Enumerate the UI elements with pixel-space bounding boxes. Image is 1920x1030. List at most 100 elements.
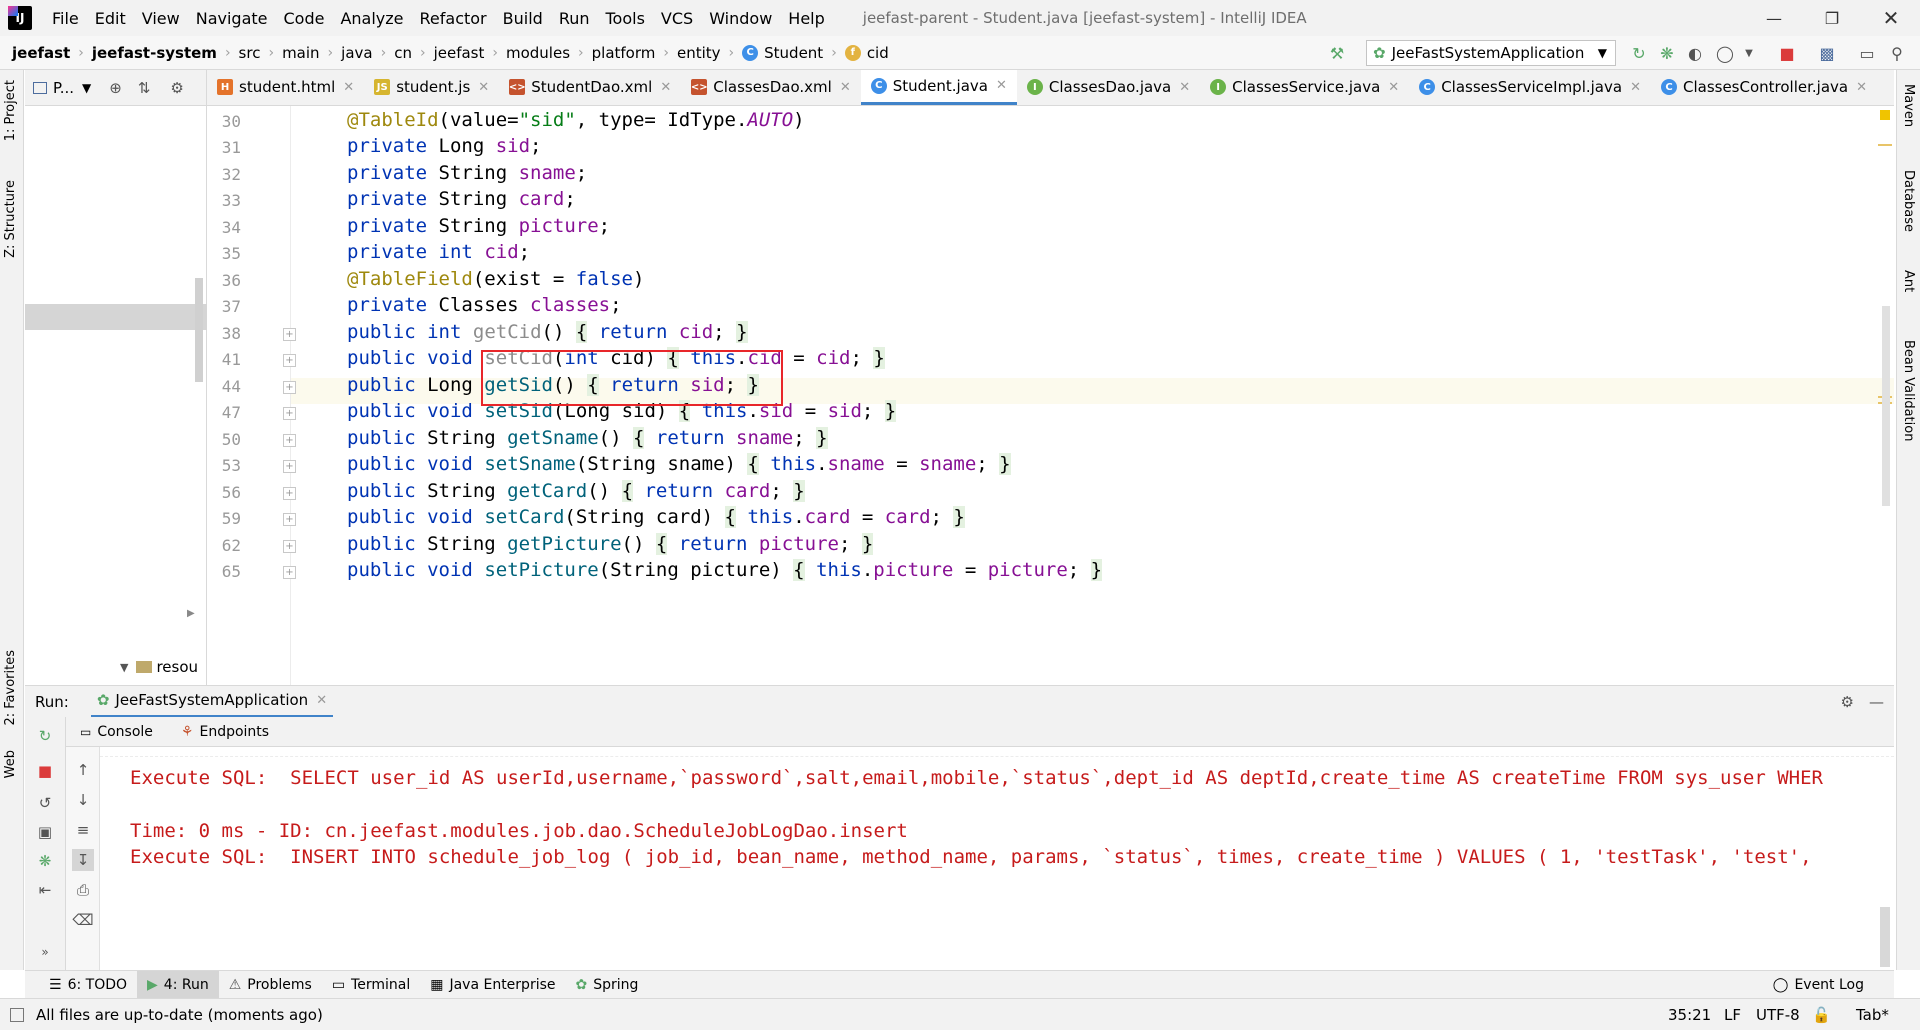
caret-position[interactable]: 35:21 (1668, 1006, 1711, 1024)
project-tree-selection[interactable] (25, 304, 207, 330)
menu-refactor[interactable]: Refactor (412, 9, 495, 28)
tab-classescontroller-java[interactable]: C ClassesController.java ✕ (1651, 70, 1877, 105)
fold-marker-icon[interactable]: + (283, 540, 296, 553)
dropdown-arrow-icon[interactable]: ▼ (82, 81, 91, 95)
fold-marker-icon[interactable]: + (283, 407, 296, 420)
tool-window-bean-validation[interactable]: Bean Validation (1901, 340, 1916, 441)
minimize-icon[interactable]: — (1745, 0, 1803, 36)
close-icon[interactable]: ✕ (1862, 0, 1920, 36)
tab-java-enterprise[interactable]: ▦ Java Enterprise (420, 971, 565, 999)
coverage-icon[interactable]: ◐ (1684, 42, 1706, 64)
menu-help[interactable]: Help (780, 9, 832, 28)
breadcrumb-platform[interactable]: platform (588, 44, 660, 62)
search-icon[interactable]: ⚲ (1886, 42, 1908, 64)
breadcrumb-src[interactable]: src (235, 44, 265, 62)
tree-item-resources[interactable]: ▼ resou (120, 658, 198, 676)
tab-terminal[interactable]: ▭ Terminal (322, 971, 420, 999)
close-icon[interactable]: ✕ (1179, 80, 1190, 95)
fold-marker-icon[interactable]: + (283, 328, 296, 341)
restore-icon[interactable]: ❐ (1803, 0, 1861, 36)
locate-icon[interactable]: ⊕ (109, 79, 122, 97)
menu-run[interactable]: Run (551, 9, 598, 28)
up-arrow-icon[interactable]: ↑ (72, 759, 94, 781)
gear-icon[interactable]: ⚙ (1841, 693, 1854, 711)
breadcrumb-entity[interactable]: entity (673, 44, 725, 62)
tool-window-structure[interactable]: Z: Structure (3, 180, 18, 258)
close-icon[interactable]: ✕ (660, 80, 671, 95)
tool-window-database[interactable]: Database (1901, 170, 1916, 232)
tab-classesservice-java[interactable]: I ClassesService.java ✕ (1200, 70, 1409, 105)
stop-icon[interactable]: ■ (34, 760, 56, 782)
indent-setting[interactable]: Tab* (1856, 1006, 1889, 1024)
editor-scrollbar[interactable] (1882, 306, 1890, 506)
lock-icon[interactable]: 🔓 (1812, 1006, 1831, 1024)
trash-icon[interactable]: ⌫ (72, 909, 94, 931)
menu-navigate[interactable]: Navigate (188, 9, 276, 28)
breadcrumb-jeefast-system[interactable]: jeefast-system (88, 44, 221, 62)
collapse-all-icon[interactable]: ⇅ (138, 79, 151, 97)
menu-build[interactable]: Build (495, 9, 551, 28)
warning-mark[interactable] (1878, 144, 1892, 146)
more-icon[interactable]: » (34, 941, 56, 963)
menu-analyze[interactable]: Analyze (332, 9, 411, 28)
close-icon[interactable]: ✕ (1388, 80, 1399, 95)
rerun-icon[interactable]: ↻ (1628, 42, 1650, 64)
build-hammer-icon[interactable]: ⚒ (1326, 42, 1348, 64)
tab-student-js[interactable]: JS student.js ✕ (364, 70, 499, 105)
fold-marker-icon[interactable]: + (283, 513, 296, 526)
tool-window-ant[interactable]: Ant (1901, 270, 1916, 292)
tab-spring[interactable]: ✿ Spring (566, 971, 649, 999)
tab-classesdao-java[interactable]: I ClassesDao.java ✕ (1017, 70, 1200, 105)
rerun-icon[interactable]: ↻ (34, 725, 56, 747)
line-separator[interactable]: LF (1724, 1006, 1741, 1024)
subtab-console[interactable]: ▭ Console (80, 724, 153, 740)
tab-student-html[interactable]: Hstudent.html ✕ (207, 70, 364, 105)
close-icon[interactable]: ✕ (996, 78, 1007, 93)
fold-marker-icon[interactable]: + (283, 434, 296, 447)
exit-icon[interactable]: ⇤ (34, 879, 56, 901)
fold-marker-icon[interactable]: + (283, 487, 296, 500)
tool-window-web[interactable]: Web (3, 750, 18, 778)
tool-window-favorites[interactable]: 2: Favorites (3, 650, 18, 726)
tab-studentdao-xml[interactable]: <> StudentDao.xml ✕ (499, 70, 681, 105)
menu-view[interactable]: View (134, 9, 188, 28)
close-icon[interactable]: ✕ (1630, 80, 1641, 95)
menu-vcs[interactable]: VCS (653, 9, 701, 28)
camera-icon[interactable]: ▣ (34, 821, 56, 843)
code-editor[interactable]: 30 31 32 33 34 35 36 37 38 41 44 47 50 5… (207, 106, 1894, 685)
restore-layout-icon[interactable]: ↺ (34, 792, 56, 814)
menu-tools[interactable]: Tools (598, 9, 653, 28)
tab-run[interactable]: ▶ 4: Run (137, 970, 219, 999)
breadcrumb-student[interactable]: C Student (738, 44, 827, 62)
menu-code[interactable]: Code (276, 9, 333, 28)
profile-dropdown-icon[interactable]: ▼ (1738, 42, 1760, 64)
breadcrumb-cid[interactable]: f cid (841, 44, 893, 62)
close-icon[interactable]: ✕ (1856, 80, 1867, 95)
breadcrumb-java[interactable]: java (337, 44, 376, 62)
debug-icon[interactable]: ❋ (1656, 42, 1678, 64)
settings-bug-icon[interactable]: ❋ (34, 850, 56, 872)
breadcrumb-modules[interactable]: modules (502, 44, 574, 62)
menu-edit[interactable]: Edit (87, 9, 134, 28)
print-icon[interactable]: ⎙ (72, 879, 94, 901)
run-config-tab[interactable]: ✿ JeeFastSystemApplication ✕ (90, 686, 334, 718)
tab-classesserviceimpl-java[interactable]: C ClassesServiceImpl.java ✕ (1409, 70, 1651, 105)
fold-marker-icon[interactable]: + (283, 460, 296, 473)
menu-file[interactable]: File (44, 9, 87, 28)
close-icon[interactable]: ✕ (316, 693, 327, 708)
down-arrow-icon[interactable]: ↓ (72, 789, 94, 811)
project-scrollbar[interactable] (195, 278, 203, 382)
breadcrumb-cn[interactable]: cn (390, 44, 416, 62)
project-panel-title[interactable]: P... (53, 79, 74, 97)
menu-window[interactable]: Window (701, 9, 780, 28)
tab-event-log[interactable]: ◯ Event Log (1763, 971, 1874, 999)
status-toggle-icon[interactable] (10, 1007, 24, 1022)
tab-problems[interactable]: ⚠ Problems (219, 971, 322, 999)
file-encoding[interactable]: UTF-8 (1756, 1006, 1800, 1024)
console-output[interactable]: Execute SQL: SELECT user_id AS userId,us… (100, 747, 1894, 970)
tab-student-java[interactable]: C Student.java ✕ (860, 70, 1017, 105)
fold-marker-icon[interactable]: + (283, 566, 296, 579)
warning-icon[interactable] (1880, 110, 1890, 120)
minimize-icon[interactable]: — (1869, 693, 1884, 711)
layout-icon[interactable]: ▭ (1856, 42, 1878, 64)
